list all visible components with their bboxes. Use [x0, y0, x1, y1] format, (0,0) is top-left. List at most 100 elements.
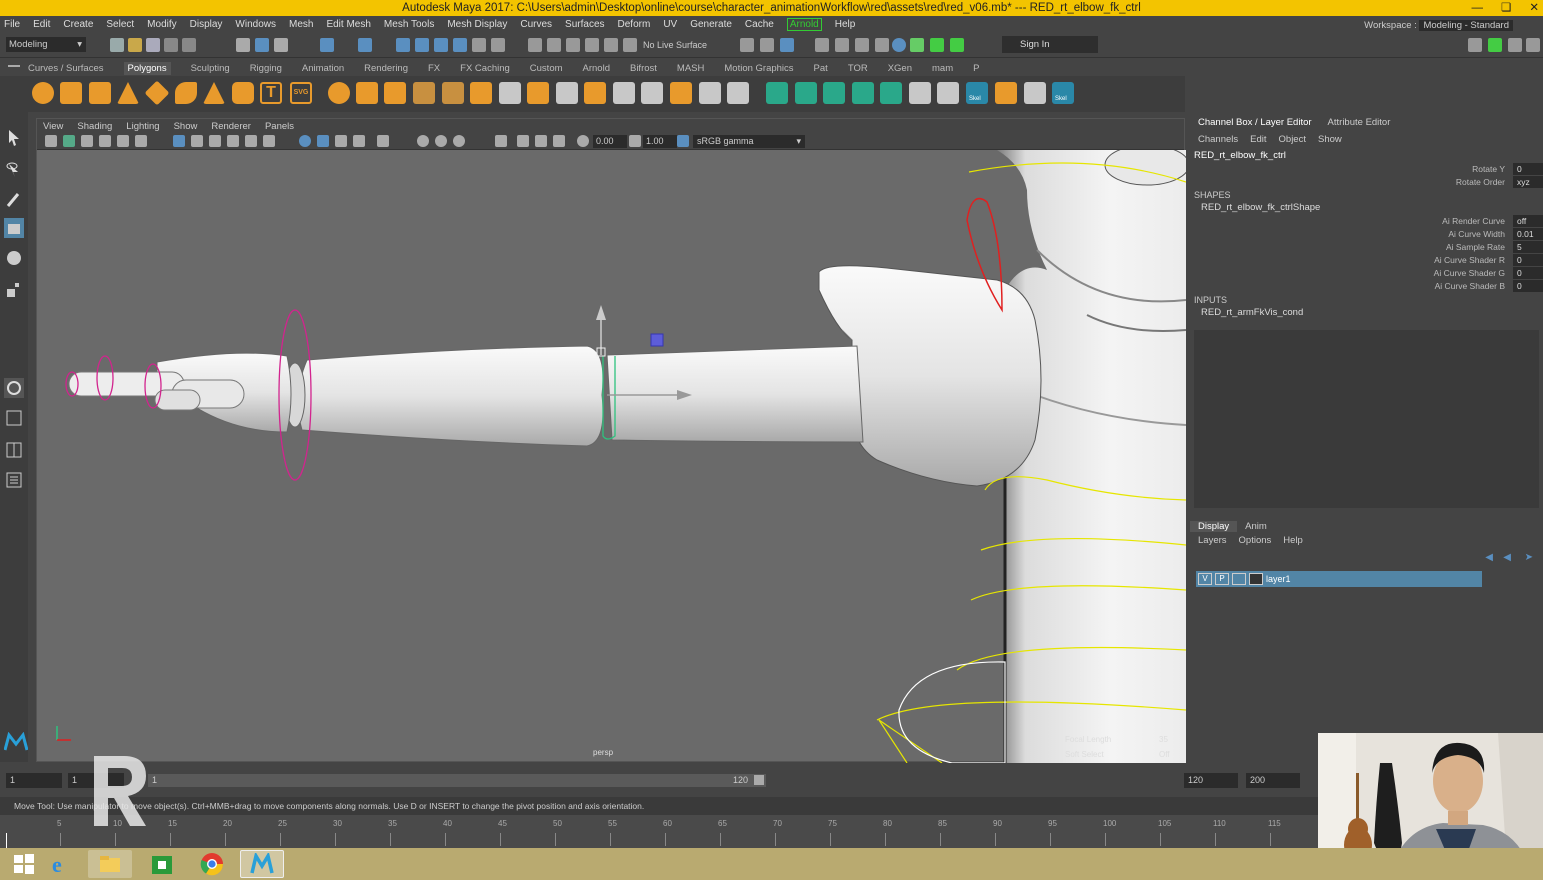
checker-icon[interactable]: [909, 82, 931, 104]
output-ops-icon[interactable]: [547, 38, 561, 52]
minimize-icon[interactable]: —: [1472, 0, 1484, 16]
smooth-icon[interactable]: [413, 82, 435, 104]
tab-attribute-editor[interactable]: Attribute Editor: [1320, 117, 1399, 128]
multisample-icon[interactable]: [417, 135, 429, 147]
merge-icon[interactable]: [670, 82, 692, 104]
attr-ai-sample-rate[interactable]: Ai Sample Rate 5: [1313, 240, 1543, 253]
spherical-uv-icon[interactable]: [823, 82, 845, 104]
snap-grid-icon[interactable]: [396, 38, 410, 52]
menu-cache[interactable]: Cache: [745, 19, 774, 30]
select-mode-icon[interactable]: [495, 135, 507, 147]
menu-modify[interactable]: Modify: [147, 19, 176, 30]
magnet-icon[interactable]: [585, 38, 599, 52]
attr-ai-curve-shader-b[interactable]: Ai Curve Shader B 0: [1313, 279, 1543, 292]
arnold-view-icon[interactable]: [950, 38, 964, 52]
shelf-tab-mam[interactable]: mam: [932, 63, 953, 74]
attr-value[interactable]: 0: [1513, 266, 1543, 279]
menu-uv[interactable]: UV: [663, 19, 677, 30]
channel-box-toggle-icon[interactable]: [1526, 38, 1540, 52]
xray-joints-icon[interactable]: [335, 135, 347, 147]
move-tool-icon[interactable]: [4, 218, 24, 238]
internet-explorer-icon[interactable]: e: [40, 850, 84, 878]
grid-toggle-icon[interactable]: [117, 135, 129, 147]
exposure-icon[interactable]: [577, 135, 589, 147]
cb-menu-channels[interactable]: Channels: [1198, 134, 1238, 145]
cb-menu-edit[interactable]: Edit: [1250, 134, 1266, 145]
poly-pyramid-icon[interactable]: [203, 82, 225, 104]
exposure-field[interactable]: 0.00: [593, 135, 627, 148]
ambient-occlusion-icon[interactable]: [353, 135, 365, 147]
smooth-shade-icon[interactable]: [191, 135, 203, 147]
move-layer-up-icon[interactable]: ◀: [1485, 552, 1493, 563]
attr-ai-render-curve[interactable]: Ai Render Curve off: [1313, 214, 1543, 227]
shelf-tab-sculpting[interactable]: Sculpting: [191, 63, 230, 74]
arnold-ipr-icon[interactable]: [930, 38, 944, 52]
resolution-gate-icon[interactable]: [553, 135, 565, 147]
attr-value[interactable]: xyz: [1513, 175, 1543, 188]
depth-of-field-icon[interactable]: [435, 135, 447, 147]
scale-tool-icon[interactable]: [4, 280, 24, 300]
light-editor-icon[interactable]: [892, 38, 906, 52]
new-scene-icon[interactable]: [110, 38, 124, 52]
shelf-tab-bifrost[interactable]: Bifrost: [630, 63, 657, 74]
move-layer-down-icon[interactable]: ◀: [1503, 552, 1511, 563]
planar-uv-icon[interactable]: [766, 82, 788, 104]
construction-history-icon[interactable]: [566, 38, 580, 52]
shelf-tab-tor[interactable]: TOR: [848, 63, 868, 74]
menu-file[interactable]: File: [4, 19, 20, 30]
live-surface-label[interactable]: No Live Surface: [643, 40, 707, 50]
cylindrical-uv-icon[interactable]: [795, 82, 817, 104]
select-object-icon[interactable]: [255, 38, 269, 52]
vp-menu-show[interactable]: Show: [174, 121, 198, 132]
save-scene-icon[interactable]: [146, 38, 160, 52]
attr-ai-curve-shader-g[interactable]: Ai Curve Shader G 0: [1313, 266, 1543, 279]
range-start-field[interactable]: 1: [6, 773, 62, 788]
xray-icon[interactable]: [317, 135, 329, 147]
time-slider[interactable]: 5 10 15 20 25 30 35 40 45 50 55 60 65 70…: [0, 815, 1318, 848]
select-tool-icon[interactable]: [4, 128, 24, 148]
menu-help[interactable]: Help: [835, 19, 856, 30]
transfer-attributes-icon[interactable]: [995, 82, 1017, 104]
menu-mesh[interactable]: Mesh: [289, 19, 313, 30]
attr-ai-curve-shader-r[interactable]: Ai Curve Shader R 0: [1313, 253, 1543, 266]
file-explorer-icon[interactable]: [88, 850, 132, 878]
shelf-tab-rigging[interactable]: Rigging: [250, 63, 282, 74]
attr-rotate-y[interactable]: Rotate Y 0: [1313, 162, 1543, 175]
camera-attributes-icon[interactable]: [63, 135, 75, 147]
close-icon[interactable]: ✕: [1529, 0, 1539, 16]
symmetry-icon[interactable]: [623, 38, 637, 52]
safe-action-icon[interactable]: [517, 135, 529, 147]
upper-arm[interactable]: [606, 345, 864, 443]
bridge-icon[interactable]: [556, 82, 578, 104]
modeling-toolkit-icon[interactable]: [1468, 38, 1482, 52]
attr-value[interactable]: off: [1513, 214, 1543, 227]
le-menu-layers[interactable]: Layers: [1198, 535, 1227, 546]
shelf-tab-mash[interactable]: MASH: [677, 63, 704, 74]
root-control-curve[interactable]: [898, 661, 1006, 764]
shelf-tab-curves-surfaces[interactable]: Curves / Surfaces: [28, 63, 104, 74]
snap-view-icon[interactable]: [453, 38, 467, 52]
range-slider-handle[interactable]: [754, 775, 764, 785]
select-hierarchy-icon[interactable]: [236, 38, 250, 52]
color-management-icon[interactable]: [677, 135, 689, 147]
attr-rotate-order[interactable]: Rotate Order xyz: [1313, 175, 1543, 188]
combine-icon[interactable]: [328, 82, 350, 104]
shadows-icon[interactable]: [263, 135, 275, 147]
render-view-icon[interactable]: [780, 38, 794, 52]
animation-end-field[interactable]: 200: [1246, 773, 1300, 788]
viewport-panel[interactable]: View Shading Lighting Show Renderer Pane…: [36, 118, 1190, 764]
attr-ai-curve-width[interactable]: Ai Curve Width 0.01: [1313, 227, 1543, 240]
extrude-icon[interactable]: [527, 82, 549, 104]
arnold-render-icon[interactable]: [910, 38, 924, 52]
last-tool-icon[interactable]: [4, 378, 24, 398]
quad-draw-icon[interactable]: [727, 82, 749, 104]
ipr-render-icon[interactable]: [815, 38, 829, 52]
poly-cylinder-icon[interactable]: [89, 82, 111, 104]
attr-value[interactable]: 0: [1513, 162, 1543, 175]
menu-mesh-display[interactable]: Mesh Display: [447, 19, 507, 30]
layer-visibility-toggle[interactable]: V: [1198, 573, 1212, 585]
character-controls-icon[interactable]: [1488, 38, 1502, 52]
undo-icon[interactable]: [164, 38, 178, 52]
input-ops-icon[interactable]: [528, 38, 542, 52]
maximize-icon[interactable]: ❏: [1501, 0, 1511, 16]
